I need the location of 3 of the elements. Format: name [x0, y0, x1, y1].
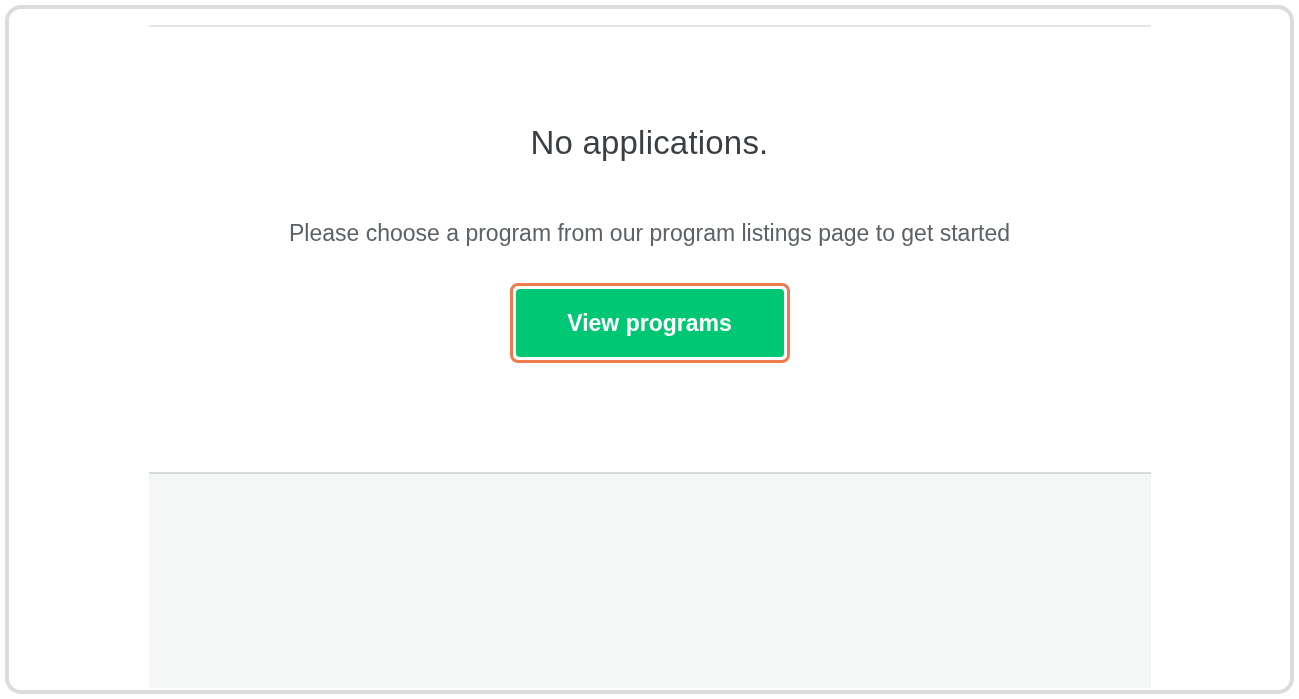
empty-state-title: No applications. — [530, 123, 769, 163]
view-programs-button[interactable]: View programs — [515, 289, 784, 357]
empty-state-message: Please choose a program from our program listings page to get started — [288, 218, 1010, 248]
